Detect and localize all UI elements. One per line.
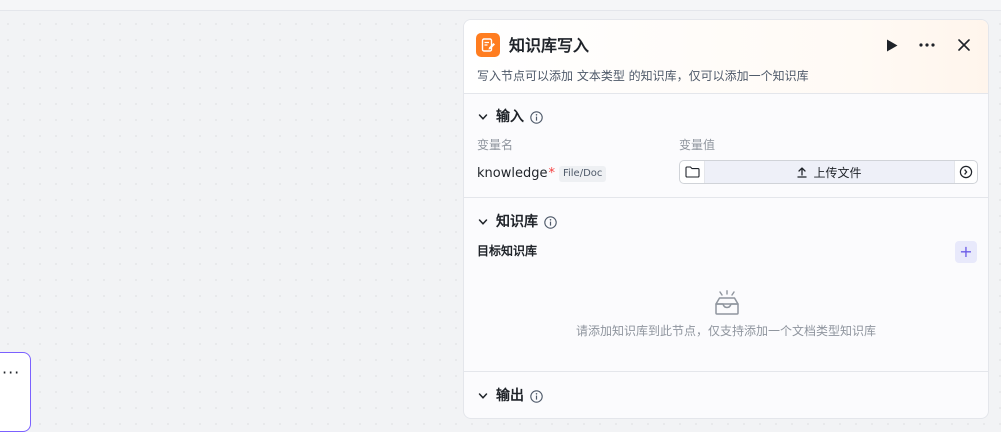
- info-icon[interactable]: [544, 215, 557, 229]
- node-write-icon: [476, 33, 500, 57]
- panel-header: 知识库写入 写入节点可以添加 文本类型 的知识库，仅可以添加一个知识库: [464, 20, 988, 94]
- chevron-down-icon: [478, 219, 488, 225]
- panel-title: 知识库写入: [509, 36, 590, 55]
- empty-inbox-icon: [713, 290, 741, 320]
- target-knowledge-label: 目标知识库: [477, 244, 538, 258]
- knowledge-section-title: 知识库: [496, 214, 538, 230]
- close-button[interactable]: [953, 34, 975, 56]
- section-divider: [464, 197, 988, 198]
- folder-icon: [684, 166, 700, 178]
- empty-state-text: 请添加知识库到此节点，仅支持添加一个文档类型知识库: [575, 324, 876, 338]
- panel-description: 写入节点可以添加 文本类型 的知识库，仅可以添加一个知识库: [477, 69, 809, 83]
- canvas-node[interactable]: ···: [0, 352, 31, 432]
- chevron-down-icon: [478, 114, 488, 120]
- type-tag: File/Doc: [558, 166, 607, 182]
- chevron-down-icon: [478, 393, 488, 399]
- section-divider: [464, 371, 988, 372]
- more-icon: [919, 43, 935, 47]
- info-icon[interactable]: [530, 389, 543, 403]
- upload-field: 上传文件: [679, 160, 978, 184]
- close-icon: [958, 39, 970, 51]
- run-button[interactable]: [881, 34, 903, 56]
- upload-file-button[interactable]: 上传文件: [705, 161, 954, 183]
- node-more-icon[interactable]: ···: [2, 365, 20, 381]
- variable-name: knowledge * File/Doc: [477, 165, 607, 183]
- info-icon[interactable]: [530, 110, 543, 124]
- output-section-toggle[interactable]: 输出: [478, 386, 543, 406]
- upload-file-label: 上传文件: [813, 165, 862, 180]
- col-name-label: 变量名: [477, 138, 514, 152]
- output-section-title: 输出: [496, 388, 524, 404]
- more-button[interactable]: [916, 34, 938, 56]
- add-knowledge-button[interactable]: +: [955, 241, 977, 263]
- play-icon: [887, 39, 898, 51]
- input-section-title: 输入: [496, 109, 524, 125]
- folder-button[interactable]: [680, 161, 705, 183]
- canvas-top-bar: [0, 0, 1001, 11]
- variable-ref-button[interactable]: [954, 161, 977, 183]
- upload-icon: [797, 166, 808, 178]
- variable-ref-icon: [959, 165, 973, 179]
- knowledge-section-toggle[interactable]: 知识库: [478, 212, 557, 232]
- node-config-panel: 知识库写入 写入节点可以添加 文本类型 的知识库，仅可以添加一个知识库 输入 变…: [463, 19, 989, 419]
- input-section-toggle[interactable]: 输入: [478, 107, 543, 127]
- required-mark: *: [548, 166, 555, 181]
- variable-name-text: knowledge: [477, 166, 548, 181]
- col-value-label: 变量值: [679, 138, 716, 152]
